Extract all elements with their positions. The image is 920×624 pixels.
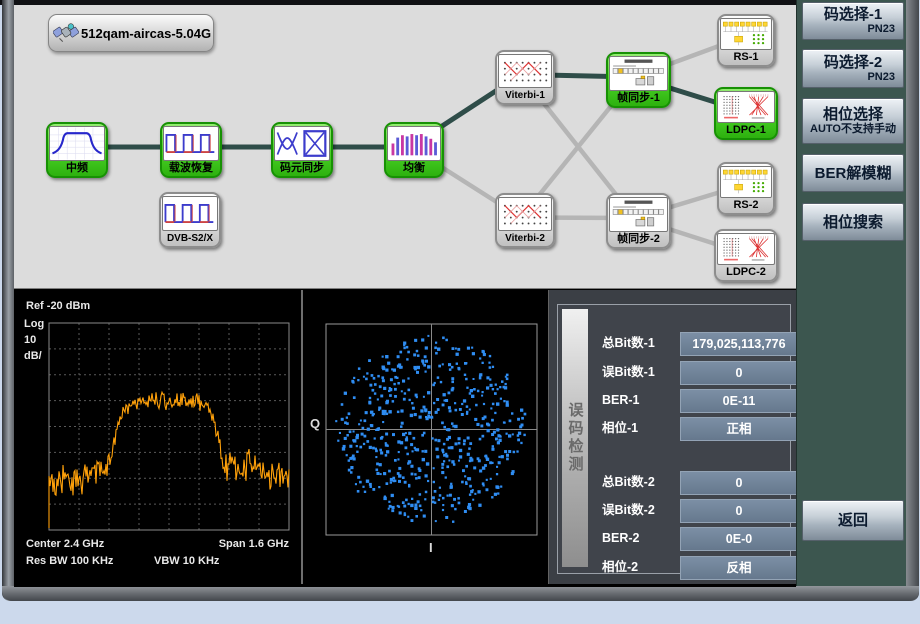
sidebar-button-code-select-1[interactable]: 码选择-1PN23 <box>802 2 904 40</box>
window-frame-bottom <box>2 586 919 601</box>
sidebar-button-code-select-2[interactable]: 码选择-2PN23 <box>802 49 904 88</box>
sidebar-button-label: 相位选择 <box>803 106 903 123</box>
sidebar-button-phase-search[interactable]: 相位搜索 <box>802 203 904 241</box>
ber-row-label-2: BER-1 <box>602 389 680 411</box>
flow-block-label: LDPC-2 <box>726 265 766 280</box>
ber-row-label-4: 总Bit数-2 <box>602 471 680 493</box>
flow-block-viterbi2[interactable]: Viterbi-2 <box>495 193 555 248</box>
ber-row-value-5: 0 <box>680 499 798 523</box>
ber-row-value-2: 0E-11 <box>680 389 798 413</box>
sidebar-button-back[interactable]: 返回 <box>802 500 904 541</box>
spectrum-center-label: Center 2.4 GHz <box>26 538 104 550</box>
signal-title-button[interactable]: 512qam-aircas-5.04G <box>48 14 214 52</box>
flow-block-label: 中频 <box>66 161 88 176</box>
sidebar-button-label: 返回 <box>803 512 903 529</box>
flow-block-label: DVB-S2/X <box>167 231 213 246</box>
equalizer-icon <box>387 126 441 161</box>
ber-row-value-1: 0 <box>680 361 798 385</box>
ber-row-label-6: BER-2 <box>602 527 680 549</box>
constellation-i-label: I <box>429 540 433 555</box>
spectrum-rbw-label: Res BW 100 KHz <box>26 555 113 567</box>
ldpc-graph-icon <box>717 91 775 123</box>
flow-block-label: Viterbi-1 <box>505 88 545 103</box>
ber-row-label-7: 相位-2 <box>602 556 680 578</box>
sidebar-button-phase-select[interactable]: 相位选择AUTO不支持手动 <box>802 98 904 144</box>
flow-block-label: 帧同步-2 <box>617 232 660 247</box>
frame-icon <box>609 197 668 232</box>
ber-row-label-5: 误Bit数-2 <box>602 499 680 521</box>
window-frame-right <box>905 0 919 601</box>
spectrum-vbw-label: VBW 10 KHz <box>154 555 219 567</box>
ber-row-value-7: 反相 <box>680 556 798 580</box>
flow-block-label: LDPC-1 <box>726 123 766 138</box>
trellis-icon <box>498 197 552 231</box>
rs-circuit-icon <box>720 166 772 198</box>
spectrum-scale-10: 10 <box>24 334 36 346</box>
spectrum-plot <box>48 322 290 532</box>
spectrum-scale-log: Log <box>24 318 44 330</box>
flow-block-ldpc1[interactable]: LDPC-1 <box>714 87 778 140</box>
ber-side-label: 误码检测 <box>565 402 586 474</box>
sidebar-button-label: BER解模糊 <box>803 165 903 182</box>
flow-block-label: 码元同步 <box>280 161 324 176</box>
satellite-icon <box>53 20 79 46</box>
squarewave-icon <box>163 126 219 161</box>
ber-row-value-6: 0E-0 <box>680 527 798 551</box>
sidebar-button-label: 码选择-2 <box>803 54 903 71</box>
flow-block-framesync2[interactable]: 帧同步-2 <box>606 193 671 249</box>
eye-icon <box>274 126 330 161</box>
constellation-q-label: Q <box>310 416 320 431</box>
flow-block-label: 均衡 <box>403 161 425 176</box>
constellation-plot <box>325 323 538 536</box>
squarewave-icon <box>162 196 218 231</box>
flow-block-label: RS-1 <box>733 50 758 65</box>
constellation-panel: Q I <box>301 290 548 584</box>
ber-row-value-0: 179,025,113,776 <box>680 332 798 356</box>
spectrum-span-label: Span 1.6 GHz <box>219 538 289 550</box>
ber-row-label-0: 总Bit数-1 <box>602 332 680 354</box>
flow-block-rs2[interactable]: RS-2 <box>717 162 775 215</box>
frame-icon <box>609 56 668 91</box>
window-frame-left <box>2 0 14 601</box>
ber-row-value-3: 正相 <box>680 417 798 441</box>
flow-block-label: 帧同步-1 <box>617 91 660 106</box>
flow-block-equalizer[interactable]: 均衡 <box>384 122 444 178</box>
flow-block-rs1[interactable]: RS-1 <box>717 14 775 67</box>
sidebar-button-ber-deambiguity[interactable]: BER解模糊 <box>802 154 904 192</box>
rs-circuit-icon <box>720 18 772 50</box>
flow-block-label: RS-2 <box>733 198 758 213</box>
sidebar-button-label: 码选择-1 <box>803 6 903 23</box>
ber-row-label-3: 相位-1 <box>602 417 680 439</box>
sidebar-button-sublabel: PN23 <box>803 23 903 36</box>
flow-block-label: 载波恢复 <box>169 161 213 176</box>
flow-block-framesync1[interactable]: 帧同步-1 <box>606 52 671 108</box>
ber-readout-panel: 误码检测 总Bit数-1179,025,113,776误Bit数-10BER-1… <box>548 290 797 584</box>
flow-block-viterbi1[interactable]: Viterbi-1 <box>495 50 555 105</box>
trellis-icon <box>498 54 552 88</box>
sidebar: 码选择-1PN23码选择-2PN23相位选择AUTO不支持手动BER解模糊相位搜… <box>796 0 906 586</box>
ber-row-label-1: 误Bit数-1 <box>602 361 680 383</box>
signal-title-label: 512qam-aircas-5.04G <box>81 26 211 41</box>
flow-block-ldpc2[interactable]: LDPC-2 <box>714 229 778 282</box>
flow-block-dvb[interactable]: DVB-S2/X <box>159 192 221 248</box>
spectrum-analyzer-panel: Ref -20 dBm Log 10 dB/ Center 2.4 GHz Sp… <box>14 290 301 584</box>
bandpass-icon <box>49 126 105 161</box>
ber-inner-box: 误码检测 总Bit数-1179,025,113,776误Bit数-10BER-1… <box>557 304 791 574</box>
ldpc-graph-icon <box>717 233 775 265</box>
sidebar-button-label: 相位搜索 <box>803 214 903 231</box>
sidebar-button-sublabel: AUTO不支持手动 <box>803 123 903 136</box>
spectrum-ref-label: Ref -20 dBm <box>26 300 90 312</box>
flow-block-if[interactable]: 中频 <box>46 122 108 178</box>
ber-side-strip: 误码检测 <box>562 309 588 567</box>
spectrum-scale-db: dB/ <box>24 350 42 362</box>
flow-block-carrier[interactable]: 载波恢复 <box>160 122 222 178</box>
ber-row-value-4: 0 <box>680 471 798 495</box>
signal-chain-diagram: 512qam-aircas-5.04G 中频 载波恢复 码元同步 均衡 DVB-S2/X… <box>14 5 798 289</box>
flow-block-label: Viterbi-2 <box>505 231 545 246</box>
sidebar-button-sublabel: PN23 <box>803 71 903 84</box>
flow-block-symsync[interactable]: 码元同步 <box>271 122 333 178</box>
